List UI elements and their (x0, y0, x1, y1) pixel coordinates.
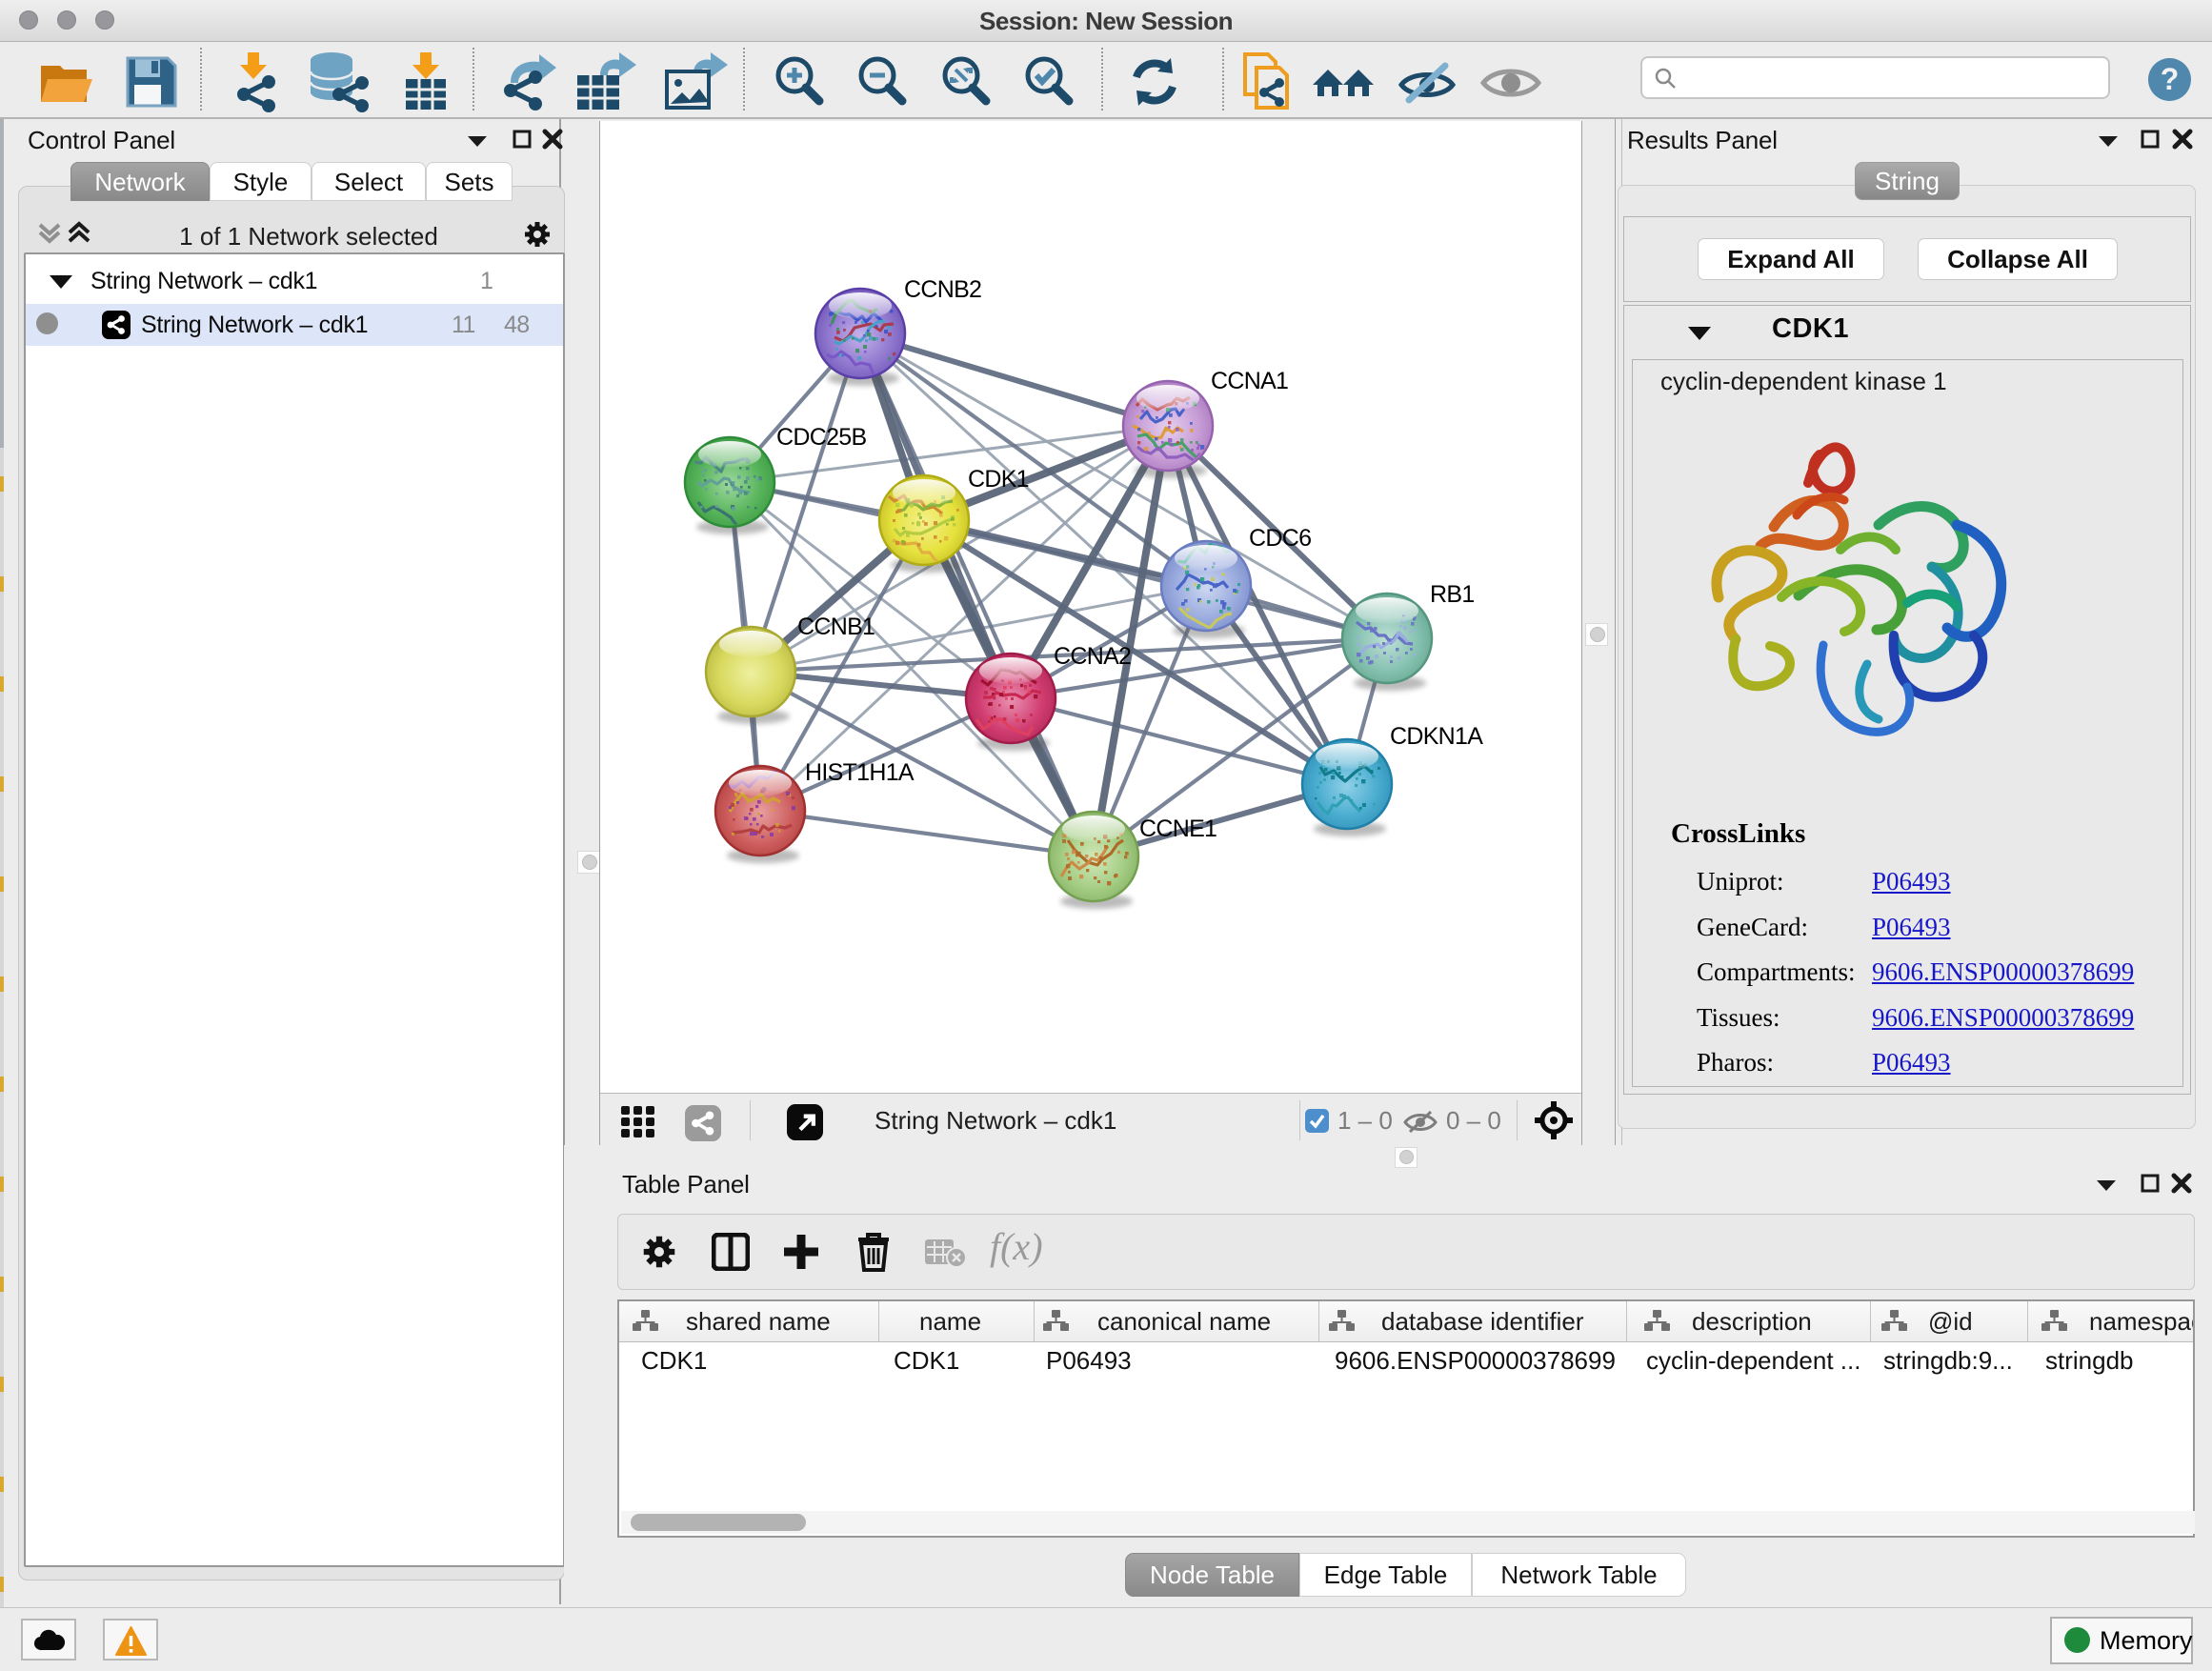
svg-text:CCNB2: CCNB2 (904, 276, 981, 303)
svg-text:CCNA2: CCNA2 (1054, 643, 1131, 670)
svg-text:HIST1H1A: HIST1H1A (805, 759, 915, 786)
svg-text:CDC25B: CDC25B (776, 424, 866, 451)
svg-text:CDKN1A: CDKN1A (1390, 723, 1483, 750)
svg-text:RB1: RB1 (1430, 581, 1475, 608)
svg-text:CCNE1: CCNE1 (1139, 815, 1217, 842)
svg-text:CCNB1: CCNB1 (797, 614, 875, 640)
svg-text:CDK1: CDK1 (968, 466, 1029, 493)
svg-text:CDC6: CDC6 (1249, 525, 1311, 552)
svg-text:CCNA1: CCNA1 (1211, 368, 1288, 394)
